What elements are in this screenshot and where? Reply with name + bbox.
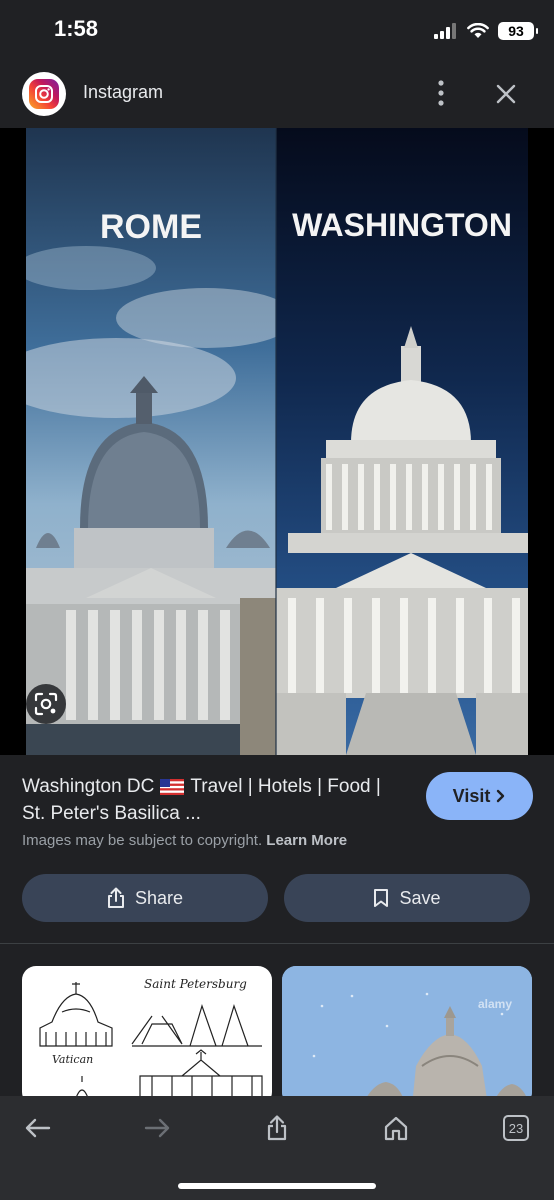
related-image-card[interactable]: alamy: [282, 966, 532, 1106]
status-bar: 1:58 93: [0, 0, 554, 62]
copyright-notice: Images may be subject to copyright. Lear…: [22, 832, 347, 849]
card-text-1: Saint Petersburg: [144, 977, 247, 991]
share-icon: [107, 887, 124, 908]
image-viewer[interactable]: ROME WASHINGTON: [0, 128, 554, 755]
share-button[interactable]: Share: [22, 874, 268, 922]
close-icon: [496, 84, 516, 104]
share-icon: [267, 1115, 287, 1141]
save-label: Save: [399, 887, 441, 908]
us-flag-icon: [160, 778, 185, 795]
visit-button[interactable]: Visit: [426, 772, 533, 820]
tab-count: 23: [503, 1115, 529, 1141]
share-label: Share: [134, 887, 184, 908]
bookmark-icon: [374, 889, 389, 907]
source-header: Instagram: [0, 62, 554, 128]
alamy-watermark: alamy: [478, 997, 512, 1011]
instagram-icon: [29, 79, 59, 109]
card-text-2: Vatican: [52, 1053, 93, 1066]
home-icon: [384, 1116, 408, 1141]
title-part-1: Washington DC: [22, 776, 155, 797]
arrow-left-icon: [25, 1118, 51, 1138]
image-right-label: WASHINGTON: [292, 207, 512, 243]
lens-search-button[interactable]: [26, 684, 66, 724]
wifi-icon: [467, 23, 489, 38]
instagram-logo[interactable]: [22, 72, 66, 116]
source-name[interactable]: Instagram: [83, 82, 163, 103]
image-left-label: ROME: [100, 208, 202, 246]
back-button[interactable]: [18, 1108, 58, 1148]
copyright-text: Images may be subject to copyright.: [22, 832, 263, 849]
related-image-card[interactable]: Saint Petersburg Vatican: [22, 966, 272, 1106]
chevron-right-icon: [497, 789, 505, 803]
share-page-button[interactable]: [257, 1108, 297, 1148]
status-icons: 93: [434, 18, 538, 44]
signal-icon: [434, 23, 456, 39]
lens-search-icon: [34, 692, 58, 716]
home-indicator: [178, 1183, 376, 1189]
tabs-button[interactable]: 23: [496, 1108, 536, 1148]
result-info: Washington DC Travel | Hotels | Food | S…: [0, 755, 554, 945]
result-title[interactable]: Washington DC Travel | Hotels | Food | S…: [22, 773, 402, 827]
related-images: Saint Petersburg Vatican alamy: [0, 944, 554, 1106]
status-time: 1:58: [54, 16, 99, 41]
more-options-button[interactable]: [426, 76, 456, 110]
more-vert-icon: [438, 80, 444, 106]
main-image[interactable]: ROME WASHINGTON: [26, 128, 528, 755]
battery-icon: 93: [498, 22, 538, 40]
close-button[interactable]: [488, 76, 524, 112]
arrow-right-icon: [144, 1118, 170, 1138]
home-button[interactable]: [376, 1108, 416, 1148]
forward-button[interactable]: [137, 1108, 177, 1148]
save-button[interactable]: Save: [284, 874, 530, 922]
learn-more-link[interactable]: Learn More: [266, 832, 347, 849]
visit-label: Visit: [452, 785, 491, 806]
